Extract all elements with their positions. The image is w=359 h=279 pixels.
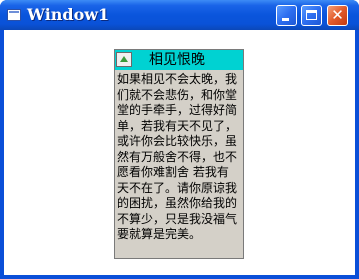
collapse-button[interactable] [116, 52, 132, 67]
minimize-button[interactable] [276, 5, 297, 26]
close-button[interactable]: ✕ [327, 5, 348, 26]
lyrics-panel: 相见恨晚 如果相见不会太晚，我们就不会悲伤，和你堂堂的手牵手，过得好简单，若我有… [114, 49, 244, 259]
window-app-icon[interactable] [7, 9, 21, 21]
panel-header[interactable]: 相见恨晚 [115, 50, 243, 70]
panel-body-text: 如果相见不会太晚，我们就不会悲伤，和你堂堂的手牵手，过得好简单，若我有天不见了，… [117, 72, 238, 241]
minimize-icon [282, 18, 289, 21]
window-title: Window1 [27, 5, 110, 24]
maximize-button[interactable] [301, 5, 322, 26]
triangle-up-icon [120, 56, 128, 62]
panel-title: 相见恨晚 [149, 52, 205, 68]
maximize-icon [306, 10, 317, 20]
app-window: Window1 ✕ 相见恨晚 如果相见不会太晚，我们就不会悲伤，和你堂堂的手牵手… [0, 0, 359, 279]
window-client-area: 相见恨晚 如果相见不会太晚，我们就不会悲伤，和你堂堂的手牵手，过得好简单，若我有… [4, 30, 355, 275]
close-icon: ✕ [331, 6, 344, 24]
title-bar[interactable]: Window1 ✕ [0, 0, 359, 30]
